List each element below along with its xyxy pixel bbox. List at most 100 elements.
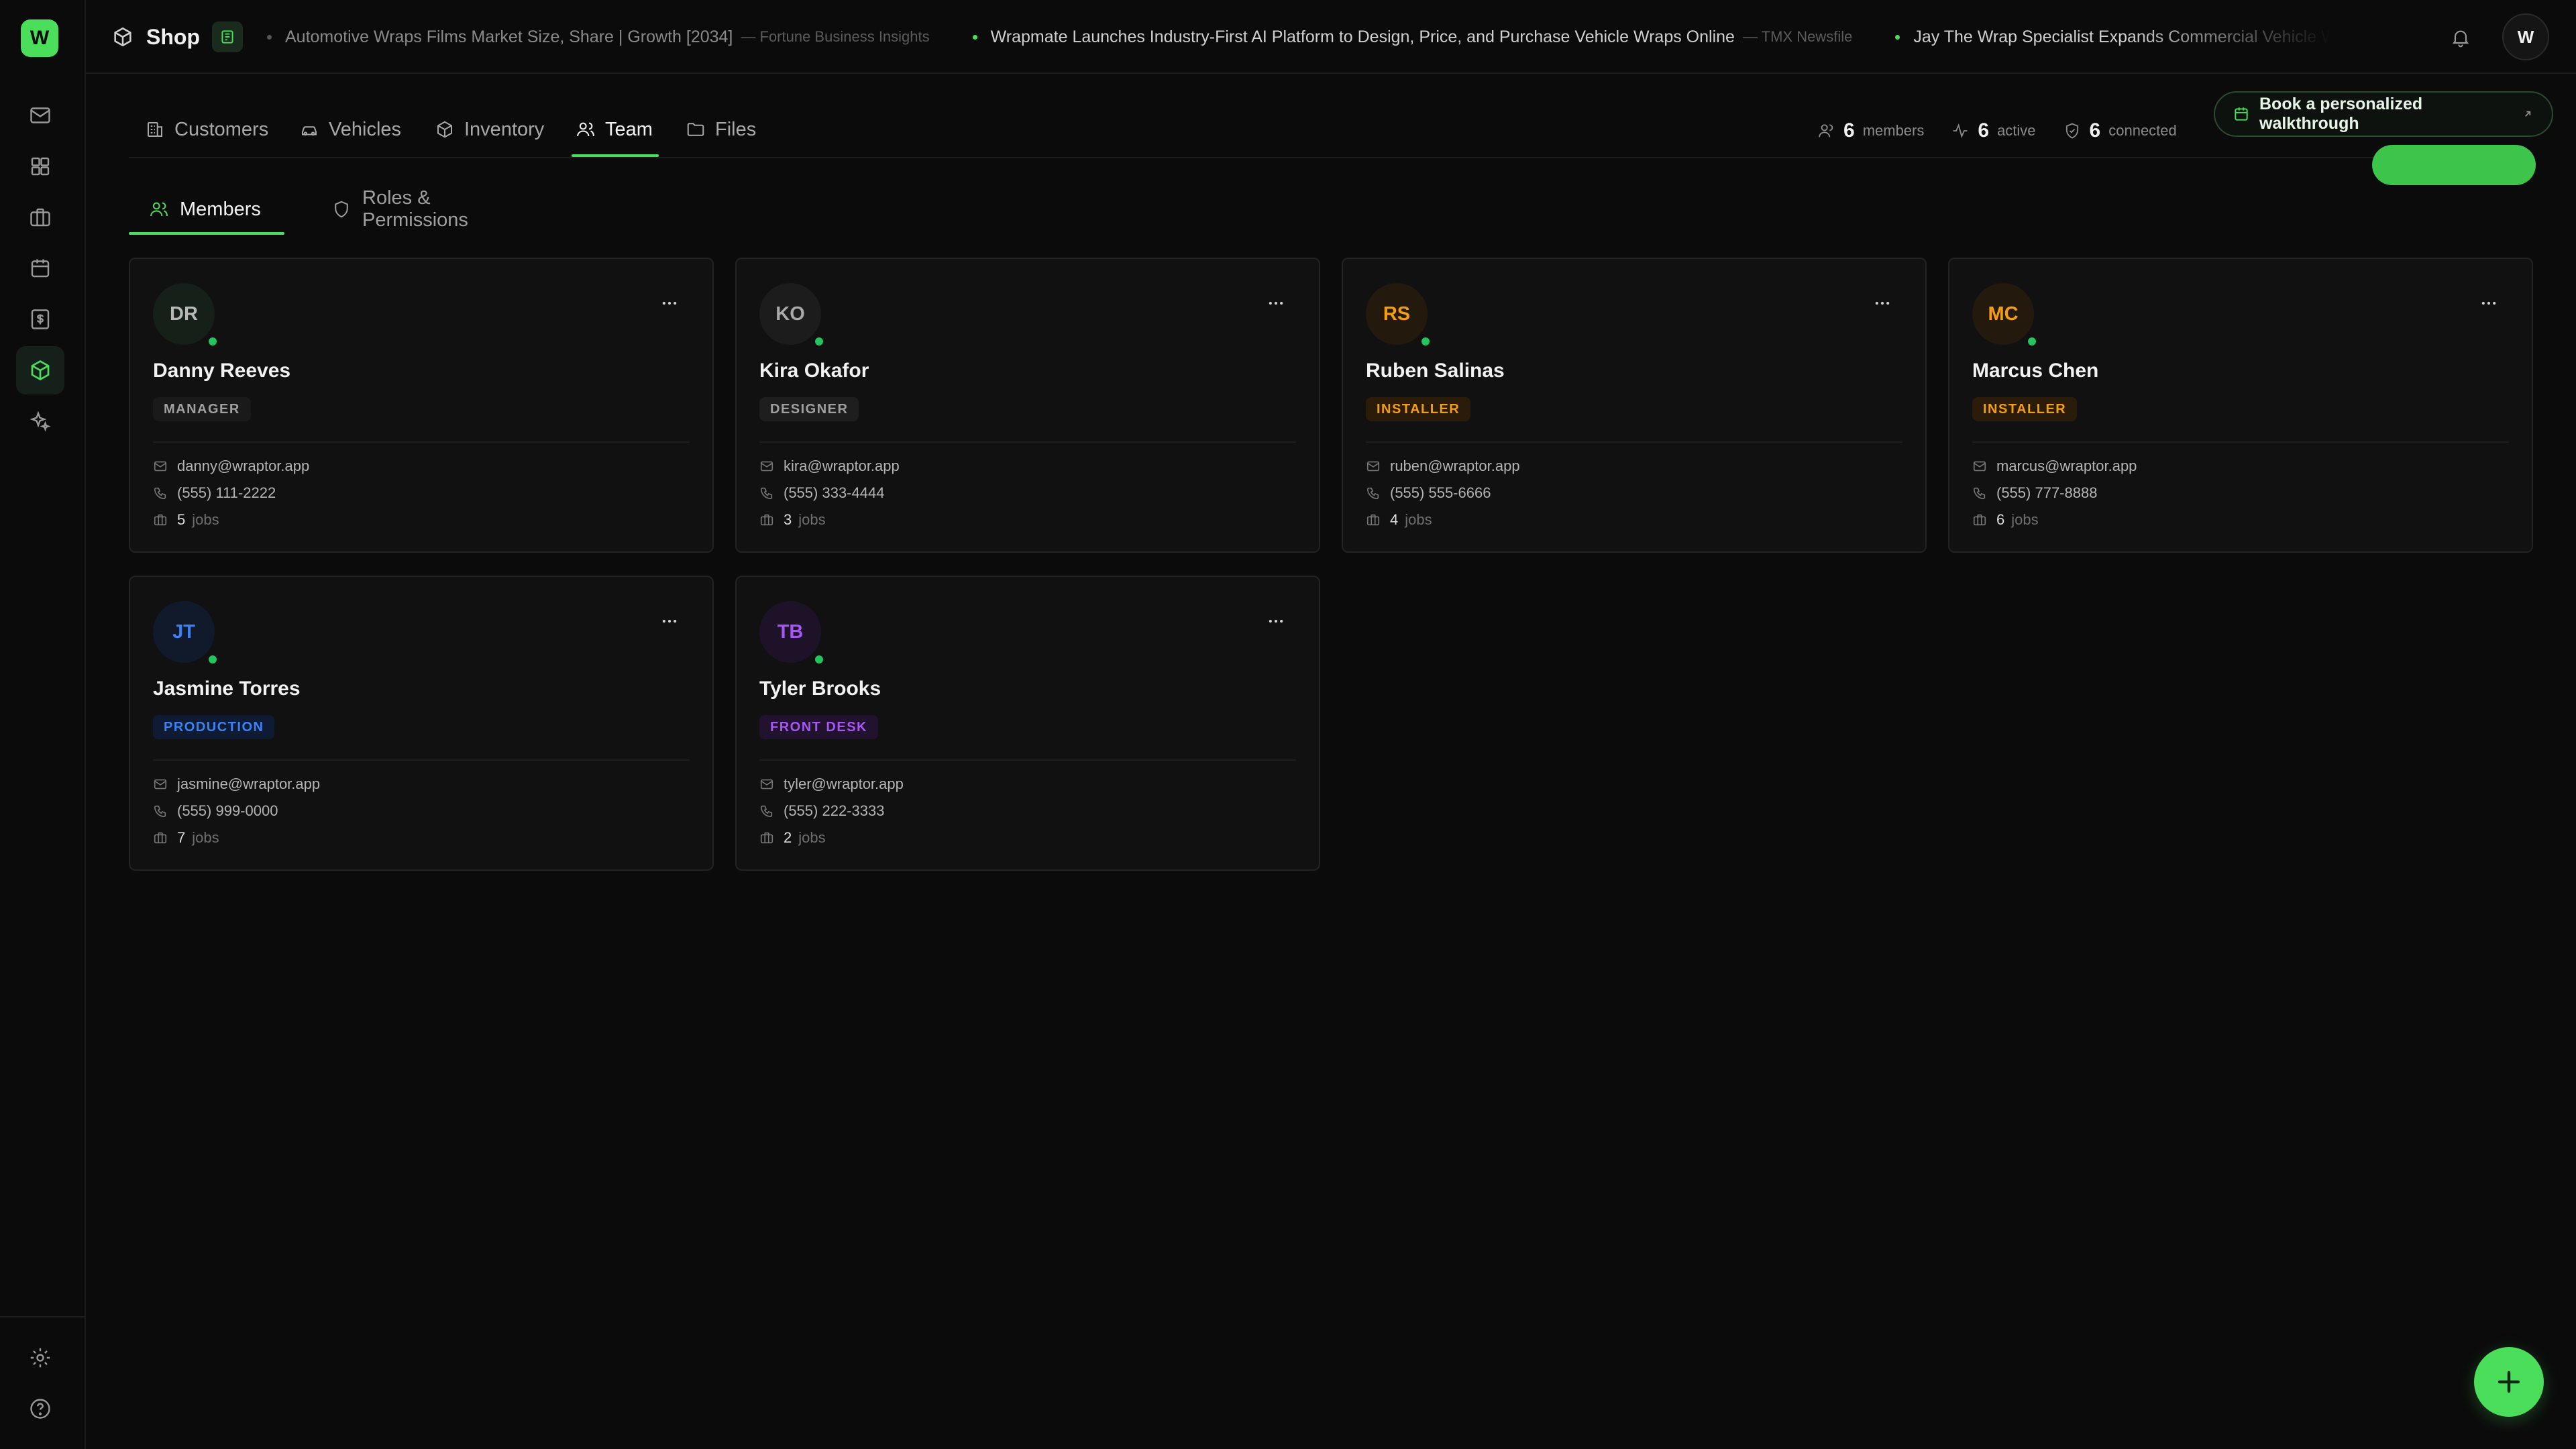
- jobs-count: 5: [177, 511, 186, 528]
- phone-icon: [153, 804, 168, 818]
- subtab-members-underline: [129, 232, 284, 235]
- member-phone[interactable]: (555) 999-0000: [153, 800, 278, 822]
- stat-value: 6: [2089, 119, 2101, 142]
- member-card[interactable]: DR Danny Reeves MANAGER danny@wraptor.ap…: [129, 258, 714, 553]
- phone-text: (555) 777-8888: [1996, 484, 2098, 501]
- tab-vehicles[interactable]: Vehicles: [299, 113, 401, 146]
- shop-nav-button[interactable]: [16, 346, 64, 394]
- grid-icon: [28, 154, 52, 178]
- member-email[interactable]: kira@wraptor.app: [759, 455, 900, 478]
- briefcase-icon: [153, 830, 168, 845]
- email-text: tyler@wraptor.app: [784, 775, 904, 792]
- member-name: Marcus Chen: [1972, 360, 2099, 382]
- notifications-button[interactable]: [2447, 24, 2474, 51]
- card-divider: [153, 759, 690, 761]
- member-menu-button[interactable]: [1263, 290, 1289, 317]
- ticker-item[interactable]: Jay The Wrap Specialist Expands Commerci…: [1895, 28, 2333, 47]
- member-phone[interactable]: (555) 111-2222: [153, 482, 276, 504]
- box-icon: [435, 119, 455, 140]
- member-email[interactable]: jasmine@wraptor.app: [153, 773, 320, 796]
- ticker-item[interactable]: Automotive Wraps Films Market Size, Shar…: [267, 28, 930, 47]
- ticker-source: — Fortune Business Insights: [741, 28, 930, 45]
- user-avatar[interactable]: W: [2502, 13, 2549, 60]
- online-status-dot: [813, 653, 825, 665]
- member-avatar: RS: [1366, 283, 1428, 345]
- member-card[interactable]: JT Jasmine Torres PRODUCTION jasmine@wra…: [129, 576, 714, 871]
- member-menu-button[interactable]: [1263, 608, 1289, 635]
- stat-connected: 6 connected: [2063, 119, 2177, 142]
- subtab-members[interactable]: Members: [129, 189, 281, 229]
- member-menu-button[interactable]: [2475, 290, 2502, 317]
- left-rail: W: [0, 0, 86, 1449]
- member-name: Kira Okafor: [759, 360, 869, 382]
- member-email[interactable]: marcus@wraptor.app: [1972, 455, 2137, 478]
- shop-title: Shop: [146, 24, 200, 49]
- member-phone[interactable]: (555) 333-4444: [759, 482, 884, 504]
- member-menu-button[interactable]: [1869, 290, 1896, 317]
- member-email[interactable]: tyler@wraptor.app: [759, 773, 904, 796]
- tab-customers[interactable]: Customers: [145, 113, 268, 146]
- calendar-nav-button[interactable]: [16, 244, 64, 292]
- tab-team[interactable]: Team: [576, 113, 653, 146]
- add-member-button[interactable]: [2372, 145, 2536, 185]
- jobs-label: jobs: [1405, 511, 1432, 528]
- user-icon: [1817, 121, 1835, 140]
- member-name: Jasmine Torres: [153, 678, 301, 700]
- member-email[interactable]: danny@wraptor.app: [153, 455, 309, 478]
- stat-value: 6: [1978, 119, 1990, 142]
- member-phone[interactable]: (555) 777-8888: [1972, 482, 2097, 504]
- member-jobs: 3 jobs: [759, 508, 826, 531]
- member-card[interactable]: TB Tyler Brooks FRONT DESK tyler@wraptor…: [735, 576, 1320, 871]
- invoices-nav-button[interactable]: [16, 295, 64, 343]
- help-nav-button[interactable]: [16, 1385, 64, 1433]
- email-text: marcus@wraptor.app: [1996, 458, 2137, 474]
- inbox-nav-button[interactable]: [16, 91, 64, 140]
- car-icon: [299, 119, 319, 140]
- calendar-icon: [2233, 105, 2250, 123]
- member-avatar: JT: [153, 601, 215, 663]
- ticker-item[interactable]: Wrapmate Launches Industry-First AI Plat…: [972, 28, 1852, 47]
- member-card[interactable]: MC Marcus Chen INSTALLER marcus@wraptor.…: [1948, 258, 2533, 553]
- phone-icon: [759, 486, 774, 500]
- shield-check-icon: [2063, 121, 2082, 140]
- role-badge: INSTALLER: [1972, 397, 2078, 421]
- member-menu-button[interactable]: [656, 608, 683, 635]
- card-divider: [1972, 441, 2509, 443]
- online-status-dot: [813, 335, 825, 347]
- member-phone[interactable]: (555) 555-6666: [1366, 482, 1491, 504]
- member-card[interactable]: KO Kira Okafor DESIGNER kira@wraptor.app…: [735, 258, 1320, 553]
- cube-icon: [111, 25, 134, 48]
- jobs-nav-button[interactable]: [16, 193, 64, 241]
- plus-icon: [2493, 1366, 2525, 1398]
- tab-label: Vehicles: [329, 118, 402, 140]
- store-icon: [219, 28, 236, 46]
- card-divider: [1366, 441, 1902, 443]
- ticker-dot: [267, 34, 272, 40]
- online-status-dot: [207, 335, 219, 347]
- member-name: Danny Reeves: [153, 360, 291, 382]
- phone-icon: [759, 804, 774, 818]
- phone-icon: [153, 486, 168, 500]
- member-phone[interactable]: (555) 222-3333: [759, 800, 884, 822]
- dashboard-nav-button[interactable]: [16, 142, 64, 191]
- folder-icon: [686, 119, 706, 140]
- member-name: Tyler Brooks: [759, 678, 881, 700]
- settings-nav-button[interactable]: [16, 1334, 64, 1382]
- team-stats: 6 members 6 active 6 connected: [1817, 114, 2177, 148]
- shop-switch-button[interactable]: [211, 21, 243, 52]
- member-menu-button[interactable]: [656, 290, 683, 317]
- member-avatar: MC: [1972, 283, 2034, 345]
- subtab-roles-permissions[interactable]: Roles & Permissions: [311, 187, 488, 231]
- ticker-dot: [972, 34, 977, 40]
- rail-divider: [0, 1316, 85, 1318]
- briefcase-icon: [759, 513, 774, 527]
- app-logo[interactable]: W: [21, 19, 58, 57]
- member-email[interactable]: ruben@wraptor.app: [1366, 455, 1520, 478]
- member-card[interactable]: RS Ruben Salinas INSTALLER ruben@wraptor…: [1342, 258, 1927, 553]
- book-walkthrough-button[interactable]: Book a personalized walkthrough: [2214, 91, 2553, 137]
- tab-inventory[interactable]: Inventory: [435, 113, 544, 146]
- tab-files[interactable]: Files: [686, 113, 756, 146]
- ai-nav-button[interactable]: [16, 397, 64, 445]
- jobs-label: jobs: [798, 511, 826, 528]
- add-fab-button[interactable]: [2474, 1347, 2544, 1417]
